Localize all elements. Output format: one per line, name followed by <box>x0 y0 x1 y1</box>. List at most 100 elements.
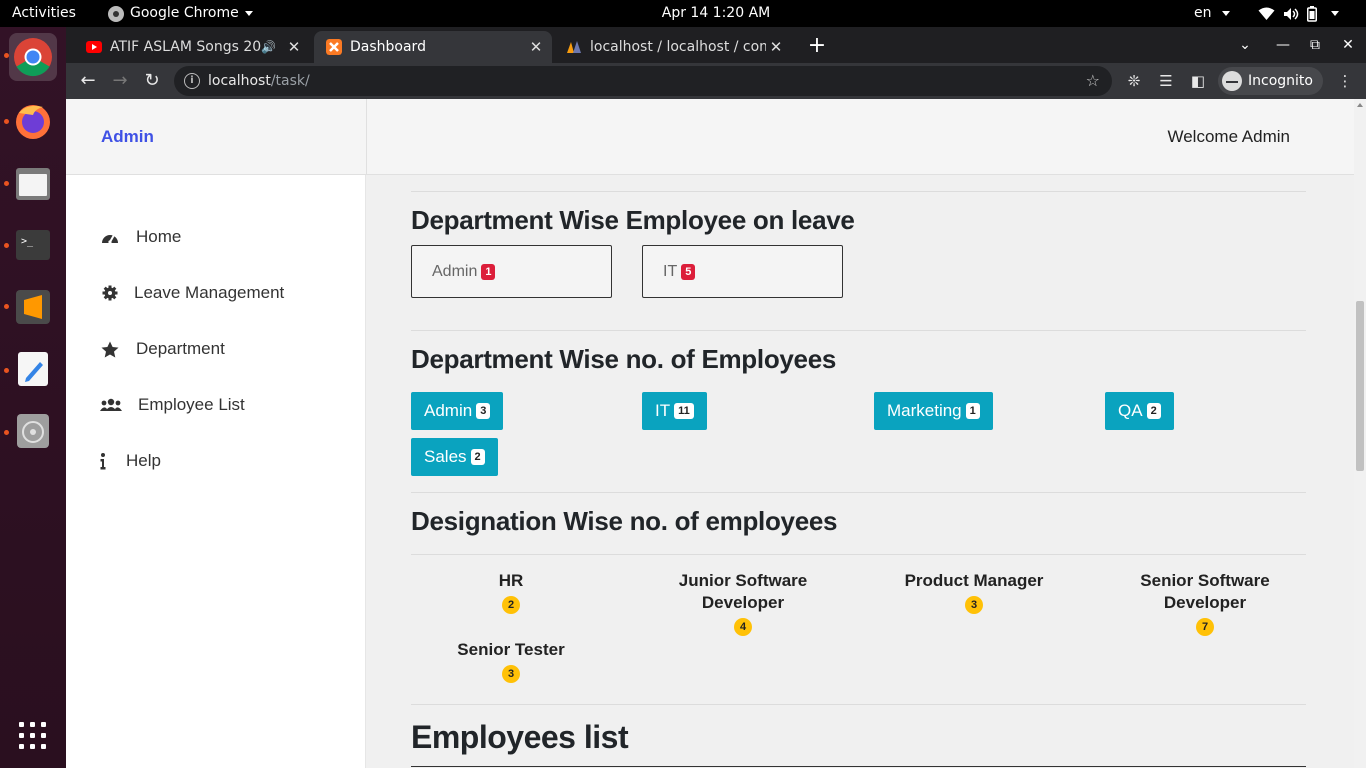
tab-phpmyadmin[interactable]: localhost / localhost / com ✕ <box>554 31 792 63</box>
leave-card-it[interactable]: IT 5 <box>642 245 843 298</box>
gear-icon <box>100 284 120 302</box>
clock[interactable]: Apr 14 1:20 AM <box>0 0 1366 27</box>
dept-label: IT <box>655 401 671 420</box>
address-bar[interactable]: i localhost/task/ ☆ <box>174 66 1112 96</box>
designation-name: Product Manager <box>904 571 1044 590</box>
dept-button-qa[interactable]: QA 2 <box>1105 392 1174 430</box>
new-tab-button[interactable]: + <box>803 33 831 61</box>
bookmark-star-icon[interactable]: ☆ <box>1086 66 1100 96</box>
maximize-button[interactable]: ⧉ <box>1303 33 1327 57</box>
running-indicator <box>4 304 9 309</box>
sidebar-item-home[interactable]: Home <box>100 225 181 249</box>
incognito-icon <box>1222 71 1242 91</box>
tab-title: ATIF ASLAM Songs 202 <box>110 39 262 55</box>
side-panel-icon[interactable]: ◧ <box>1187 70 1209 92</box>
leave-section-title: Department Wise Employee on leave <box>411 205 855 235</box>
close-tab-icon[interactable]: ✕ <box>766 38 786 56</box>
forward-button[interactable]: → <box>106 67 134 95</box>
sidebar-header: Admin <box>66 99 366 175</box>
scroll-up-arrow-icon[interactable] <box>1357 103 1363 107</box>
url-path: /task/ <box>270 73 310 89</box>
tab-youtube[interactable]: ATIF ASLAM Songs 202 🔊 ✕ <box>74 31 310 63</box>
close-window-button[interactable]: ✕ <box>1336 33 1360 57</box>
audio-playing-icon[interactable]: 🔊 <box>261 40 276 54</box>
sidebar: Home Leave Management Department Employe… <box>66 175 366 768</box>
divider <box>411 554 1306 555</box>
running-indicator <box>4 368 9 373</box>
web-page: Admin Home Leave Management Department E… <box>66 99 1354 768</box>
divider <box>411 191 1306 192</box>
designation-count-badge: 7 <box>1196 618 1214 636</box>
sidebar-item-label: Home <box>136 227 182 246</box>
star-icon <box>100 340 120 358</box>
minimize-button[interactable]: — <box>1271 33 1295 57</box>
site-info-icon[interactable]: i <box>184 73 200 89</box>
dock-text-editor[interactable] <box>9 345 57 393</box>
incognito-indicator[interactable]: Incognito <box>1218 67 1323 95</box>
tab-search-icon[interactable]: ⌄ <box>1233 33 1257 57</box>
dock-disc[interactable] <box>9 407 57 455</box>
sidebar-item-leave-management[interactable]: Leave Management <box>100 281 284 305</box>
dock-terminal[interactable]: >_ <box>9 221 57 269</box>
language-indicator[interactable]: en <box>1194 0 1230 27</box>
welcome-text[interactable]: Welcome Admin <box>1167 127 1290 147</box>
leave-card-admin[interactable]: Admin 1 <box>411 245 612 298</box>
dept-label: Marketing <box>887 401 962 420</box>
sidebar-item-employee-list[interactable]: Employee List <box>100 393 245 417</box>
tab-title: Dashboard <box>350 39 426 55</box>
designation-senior-tester: Senior Tester 3 <box>411 639 611 683</box>
reload-button[interactable]: ↻ <box>138 67 166 95</box>
dept-count-badge: 11 <box>674 403 694 419</box>
designation-name: Junior Software Developer <box>678 571 808 612</box>
tab-dashboard[interactable]: Dashboard ✕ <box>314 31 552 63</box>
firefox-icon <box>16 105 50 139</box>
page-scrollbar[interactable] <box>1354 99 1366 768</box>
sidebar-item-help[interactable]: Help <box>100 449 161 473</box>
top-header: Welcome Admin <box>366 99 1354 175</box>
running-indicator <box>4 243 9 248</box>
sidebar-item-label: Department <box>136 339 225 358</box>
running-indicator <box>4 119 9 124</box>
extensions-icon[interactable]: ❊ <box>1123 70 1145 92</box>
system-menu[interactable] <box>1258 0 1339 27</box>
dept-button-admin[interactable]: Admin 3 <box>411 392 504 430</box>
tab-strip: ATIF ASLAM Songs 202 🔊 ✕ Dashboard ✕ loc… <box>66 27 1366 63</box>
dept-button-sales[interactable]: Sales 2 <box>411 438 498 476</box>
chrome-icon <box>14 38 52 77</box>
text-editor-icon <box>18 352 48 386</box>
dock-sublime[interactable] <box>9 283 57 331</box>
divider <box>411 330 1306 331</box>
caret-down-icon <box>1221 10 1230 16</box>
dock-firefox[interactable] <box>9 97 57 145</box>
designation-count-badge: 3 <box>502 665 520 683</box>
divider <box>411 704 1306 705</box>
designation-count-badge: 4 <box>734 618 752 636</box>
show-applications-icon[interactable] <box>19 722 47 750</box>
leave-card-label: Admin <box>432 262 478 280</box>
xampp-icon <box>326 39 342 55</box>
dept-count-badge: 2 <box>1146 403 1161 419</box>
back-button[interactable]: ← <box>74 67 102 95</box>
system-top-bar: Activities Google Chrome Apr 14 1:20 AM … <box>0 0 1366 27</box>
employees-list-title: Employees list <box>411 719 629 755</box>
dock-chrome[interactable] <box>9 33 57 81</box>
dept-label: Sales <box>424 447 467 466</box>
designation-name: HR <box>498 571 524 590</box>
leave-card-label: IT <box>663 262 678 280</box>
info-icon <box>100 452 106 470</box>
svg-text:>_: >_ <box>21 236 34 247</box>
designation-product-manager: Product Manager 3 <box>874 570 1074 614</box>
dept-count-badge: 3 <box>476 403 491 419</box>
media-control-icon[interactable]: ☰ <box>1155 70 1177 92</box>
close-tab-icon[interactable]: ✕ <box>526 38 546 56</box>
sidebar-item-department[interactable]: Department <box>100 337 225 361</box>
scrollbar-thumb[interactable] <box>1356 301 1364 471</box>
brand-link[interactable]: Admin <box>101 127 154 147</box>
running-indicator <box>4 181 9 186</box>
dept-button-it[interactable]: IT 11 <box>642 392 707 430</box>
close-tab-icon[interactable]: ✕ <box>284 38 304 56</box>
dock-files[interactable] <box>9 159 57 207</box>
chrome-menu-icon[interactable]: ⋮ <box>1334 70 1356 92</box>
designation-hr: HR 2 <box>411 570 611 614</box>
dept-button-marketing[interactable]: Marketing 1 <box>874 392 993 430</box>
